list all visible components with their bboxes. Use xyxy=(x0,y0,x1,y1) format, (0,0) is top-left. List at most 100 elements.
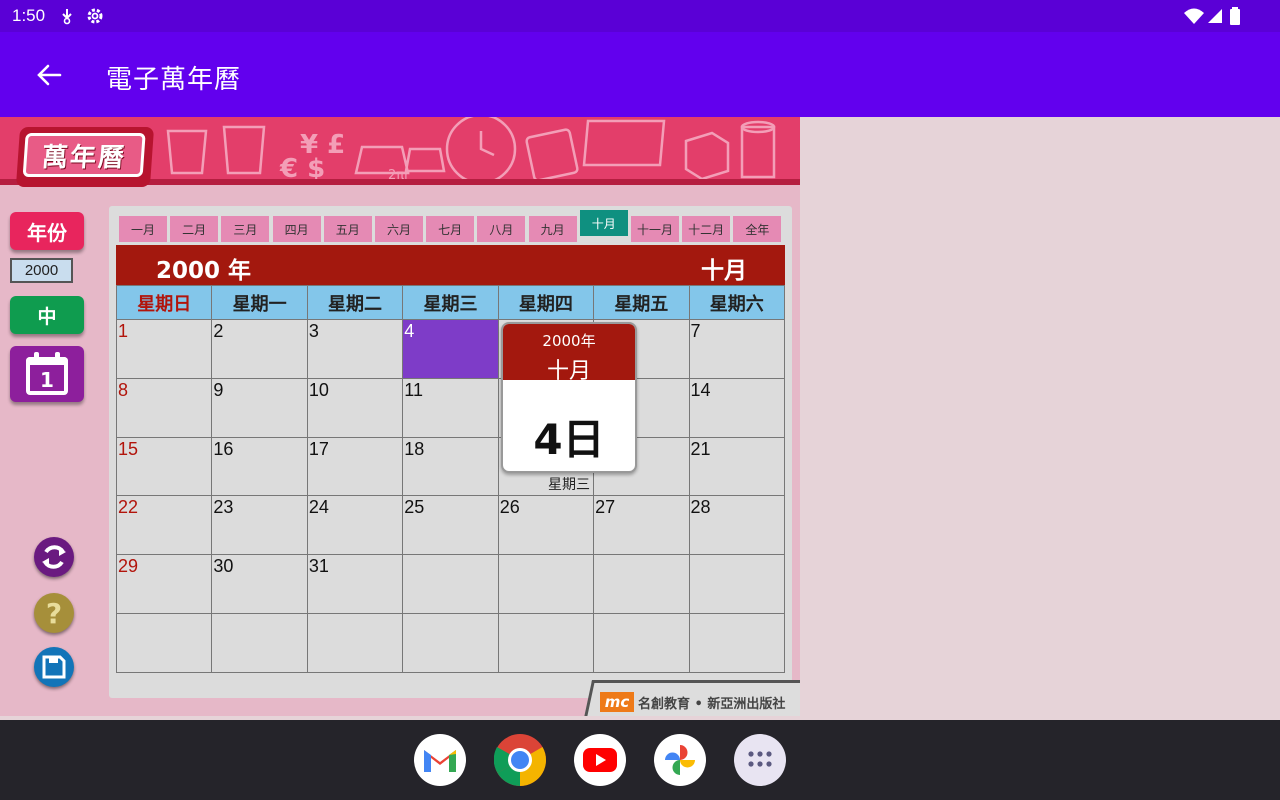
week-row: 15 16 17 18 21 xyxy=(117,437,785,497)
month-tab[interactable]: 六月 xyxy=(375,216,423,242)
day-cell[interactable]: 18 xyxy=(403,437,499,497)
day-cell[interactable]: 28 xyxy=(689,496,785,556)
day-cell[interactable]: 9 xyxy=(212,378,308,438)
calendar-header: 2000 年 十月 xyxy=(116,245,785,285)
language-button[interactable]: 中 xyxy=(10,296,84,334)
day-cell[interactable]: 10 xyxy=(307,378,404,438)
download-icon xyxy=(62,9,72,25)
gmail-icon[interactable] xyxy=(414,734,466,786)
weekday-header: 星期一 xyxy=(212,286,308,320)
svg-text:?: ? xyxy=(46,597,62,630)
day-cell xyxy=(403,555,499,614)
publisher-name: 名創教育 • 新亞洲出版社 xyxy=(638,696,786,712)
weekday-header: 星期六 xyxy=(689,286,785,320)
save-button[interactable] xyxy=(34,647,74,687)
month-tab[interactable]: 七月 xyxy=(426,216,475,242)
battery-icon xyxy=(1230,7,1240,25)
day-cell[interactable]: 14 xyxy=(689,378,785,438)
day-cell xyxy=(689,555,785,614)
popup-year: 2000年 xyxy=(542,332,596,350)
day-cell[interactable]: 21 xyxy=(689,437,785,497)
month-tab[interactable]: 九月 xyxy=(528,216,577,242)
today-button[interactable]: 1 xyxy=(10,346,84,402)
floppy-disk-icon xyxy=(42,655,66,679)
day-cell xyxy=(117,613,213,673)
day-cell[interactable]: 2 xyxy=(212,320,308,379)
status-time: 1:50 xyxy=(12,6,46,25)
day-cell xyxy=(498,613,595,673)
month-tab[interactable]: 四月 xyxy=(272,216,321,242)
day-cell[interactable]: 31 xyxy=(307,555,404,614)
popup-day: 4日 xyxy=(533,415,605,464)
week-row: 29 30 31 xyxy=(117,555,785,614)
photos-icon[interactable] xyxy=(654,734,706,786)
year-input[interactable]: 2000 xyxy=(10,258,73,283)
month-tab[interactable]: 十一月 xyxy=(631,216,679,242)
app-title: 電子萬年曆 xyxy=(106,65,242,95)
weekday-header: 星期四 xyxy=(498,286,595,320)
day-cell[interactable]: 27 xyxy=(594,496,690,556)
calendar-year-label: 2000 年 xyxy=(156,258,252,284)
cell-signal-icon xyxy=(1208,9,1222,23)
publisher-mc-logo: mc xyxy=(600,692,634,712)
logo-text: 萬年曆 xyxy=(40,142,128,173)
weekday-header-row: 星期日 星期一 星期二 星期三 星期四 星期五 星期六 xyxy=(117,286,785,320)
banner: ¥ £ € $ 2πr 萬年曆 xyxy=(0,117,800,187)
month-tab[interactable]: 八月 xyxy=(477,216,526,242)
year-button[interactable]: 年份 xyxy=(10,212,84,250)
day-cell[interactable]: 24 xyxy=(307,496,404,556)
day-cell[interactable]: 22 xyxy=(117,496,213,556)
day-cell xyxy=(307,613,404,673)
help-button[interactable]: ? xyxy=(34,593,74,633)
taskbar xyxy=(0,720,1280,800)
app-drawer-icon[interactable] xyxy=(734,734,786,786)
week-row: 1234 7 xyxy=(117,320,785,379)
day-cell[interactable]: 4 xyxy=(403,320,499,379)
weekday-header: 星期二 xyxy=(307,286,404,320)
day-cell[interactable]: 30 xyxy=(212,555,308,614)
calendar-month-label: 十月 xyxy=(701,258,747,284)
day-cell xyxy=(403,613,499,673)
day-cell xyxy=(498,555,595,614)
day-cell[interactable]: 16 xyxy=(212,437,308,497)
day-cell[interactable]: 1 xyxy=(117,320,213,379)
popup-month: 十月 xyxy=(546,359,591,384)
refresh-button[interactable] xyxy=(34,537,74,577)
day-cell xyxy=(594,555,690,614)
month-tab[interactable]: 十月 xyxy=(579,210,628,236)
popup-weekday: 星期三 xyxy=(548,477,590,493)
day-cell[interactable]: 25 xyxy=(403,496,499,556)
day-cell[interactable]: 23 xyxy=(212,496,308,556)
weekday-header: 星期五 xyxy=(594,286,690,320)
day-cell[interactable]: 11 xyxy=(403,378,499,438)
chrome-icon[interactable] xyxy=(494,734,546,786)
day-cell[interactable]: 29 xyxy=(117,555,213,614)
month-tab[interactable]: 二月 xyxy=(170,216,219,242)
refresh-icon xyxy=(42,545,66,569)
weekday-header: 星期日 xyxy=(117,286,213,320)
calendar-grid: 星期日 星期一 星期二 星期三 星期四 星期五 星期六 1 2 3 4 7 8 9 10 11 14 15 16 17… xyxy=(116,285,785,673)
month-tab[interactable]: 五月 xyxy=(323,216,372,242)
month-tab[interactable]: 全年 xyxy=(733,216,782,242)
day-cell[interactable]: 3 xyxy=(307,320,404,379)
month-tab[interactable]: 三月 xyxy=(221,216,270,242)
day-cell[interactable]: 7 xyxy=(689,320,785,379)
youtube-icon[interactable] xyxy=(574,734,626,786)
month-tab[interactable]: 十二月 xyxy=(682,216,731,242)
week-row: 8 9 10 11 14 xyxy=(117,378,785,438)
day-cell[interactable]: 15 xyxy=(117,437,213,497)
app-bar: 電子萬年曆 xyxy=(0,32,1280,117)
week-row: 22 23 24 25 26 27 28 xyxy=(117,496,785,556)
back-arrow-icon[interactable] xyxy=(34,60,64,90)
weekday-header: 星期三 xyxy=(403,286,499,320)
month-tab[interactable]: 一月 xyxy=(119,216,167,242)
week-row xyxy=(117,613,785,673)
day-cell[interactable]: 17 xyxy=(307,437,404,497)
status-bar: 1:50 xyxy=(0,0,1280,32)
day-cell xyxy=(594,613,690,673)
calendar-game-area: ¥ £ € $ 2πr 萬年曆 年份 2000 中 1 ? 一月 二月 三月 四… xyxy=(0,117,800,716)
day-cell[interactable]: 26 xyxy=(498,496,595,556)
day-cell[interactable]: 8 xyxy=(117,378,213,438)
calendar-panel: 一月 二月 三月 四月 五月 六月 七月 八月 九月 十月 十一月 十二月 全年 2000 年 十月 星… xyxy=(109,206,792,698)
publisher-logo: mc 名創教育 • 新亞洲出版社 xyxy=(600,690,785,714)
